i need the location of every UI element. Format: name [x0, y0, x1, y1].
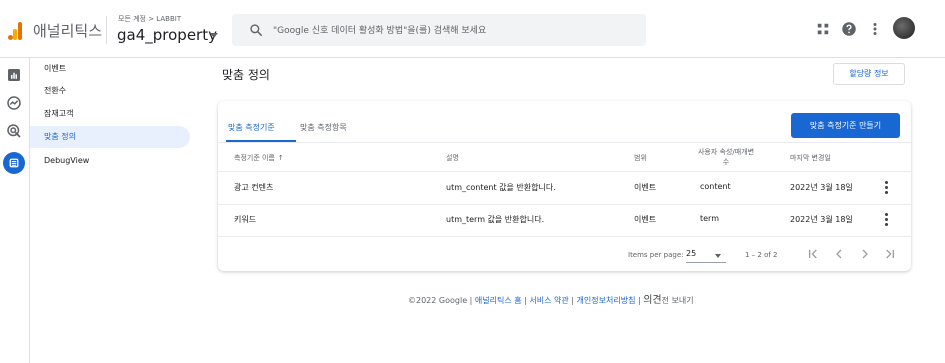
- row-2-param: term: [700, 214, 719, 223]
- explore-icon[interactable]: [5, 94, 23, 112]
- app-name[interactable]: 애널리틱스: [33, 20, 102, 41]
- header-divider-line: [218, 171, 911, 172]
- chevron-down-icon[interactable]: [210, 33, 218, 38]
- row-2-scope: 이벤트: [634, 215, 657, 224]
- subnav-item-events[interactable]: 이벤트: [30, 58, 190, 80]
- search-icon: [250, 24, 263, 37]
- footer-home-link[interactable]: 애널리틱스 홈: [475, 296, 522, 305]
- quota-info-button[interactable]: 할당량 정보: [833, 63, 905, 85]
- apps-icon[interactable]: [814, 20, 832, 38]
- footer-separator: |: [571, 296, 574, 305]
- column-header-description: 설명: [446, 154, 459, 162]
- row-divider: [218, 236, 911, 237]
- property-selector[interactable]: ga4_property: [117, 26, 217, 44]
- sort-arrow-up-icon[interactable]: ↑: [278, 154, 284, 162]
- footer-copyright: ©2022 Google |: [408, 296, 473, 305]
- footer-feedback-link[interactable]: 의견: [643, 295, 661, 306]
- row-2-name[interactable]: 키워드: [234, 214, 256, 225]
- row-1-last-changed: 2022년 3월 18일: [790, 183, 853, 192]
- column-header-scope: 범위: [634, 154, 647, 162]
- tab-custom-metrics[interactable]: 맞춤 측정항목: [300, 122, 347, 133]
- column-header-name-label: 측정기준 이름: [234, 154, 275, 162]
- footer: ©2022 Google | 애널리틱스 홈 | 서비스 약관 | 개인정보처리…: [408, 291, 694, 306]
- subnav-item-audiences[interactable]: 잠재고객: [30, 103, 190, 125]
- more-vert-icon[interactable]: [866, 20, 884, 38]
- footer-feedback-tail[interactable]: 전 보내기: [662, 296, 694, 305]
- column-header-user-property-line1: 사용자 속성/매개변: [697, 148, 755, 156]
- footer-separator: |: [637, 296, 641, 305]
- reports-icon[interactable]: [5, 66, 23, 84]
- footer-privacy-link[interactable]: 개인정보처리방침: [577, 296, 636, 305]
- custom-definitions-card: 맞춤 측정기준 맞춤 측정항목 맞춤 측정기준 만들기 측정기준 이름 ↑ 설명 …: [218, 101, 911, 271]
- account-breadcrumb[interactable]: 모든 계정 > LABBIT: [118, 14, 181, 24]
- search-bar[interactable]: "Google 신호 데이터 활성화 방법"을(를) 검색해 보세요: [232, 14, 646, 46]
- page-title: 맞춤 정의: [222, 68, 270, 82]
- column-header-last-changed: 마지막 변경일: [790, 154, 831, 162]
- column-header-name[interactable]: 측정기준 이름 ↑: [234, 153, 284, 163]
- row-divider: [218, 204, 911, 205]
- last-page-icon[interactable]: [882, 246, 898, 262]
- chevron-down-icon: [715, 254, 721, 258]
- create-custom-dimension-button[interactable]: 맞춤 측정기준 만들기: [791, 113, 900, 138]
- items-per-page-label: Items per page:: [628, 251, 684, 259]
- avatar[interactable]: [893, 17, 915, 39]
- subnav-item-custom-definitions[interactable]: 맞춤 정의: [30, 126, 190, 148]
- row-1-param: content: [700, 182, 731, 191]
- tab-custom-dimensions[interactable]: 맞춤 측정기준: [228, 122, 275, 133]
- row-2-more-vert-icon[interactable]: [880, 212, 892, 226]
- first-page-icon[interactable]: [805, 246, 821, 262]
- column-header-user-property-line2: 수: [722, 158, 730, 166]
- subnav-item-conversions[interactable]: 전환수: [30, 80, 190, 102]
- previous-page-icon[interactable]: [831, 246, 847, 262]
- left-rail: [0, 58, 30, 363]
- header-divider: [106, 16, 107, 44]
- footer-separator: |: [524, 296, 527, 305]
- top-bar: 애널리틱스 모든 계정 > LABBIT ga4_property "Googl…: [0, 0, 945, 58]
- row-1-scope: 이벤트: [634, 183, 657, 192]
- pagination-range: 1 – 2 of 2: [745, 251, 778, 259]
- tabs-divider: [218, 142, 911, 143]
- column-header-user-property: 사용자 속성/매개변 수: [696, 147, 756, 167]
- search-placeholder[interactable]: "Google 신호 데이터 활성화 방법"을(를) 검색해 보세요: [273, 23, 486, 36]
- page-size-select[interactable]: 25: [686, 249, 726, 263]
- configure-icon[interactable]: [5, 154, 23, 172]
- row-1-name[interactable]: 광고 컨텐츠: [234, 182, 273, 193]
- row-1-description: utm_content 값을 반환합니다.: [446, 183, 556, 192]
- advertising-icon[interactable]: [5, 122, 23, 140]
- analytics-logo-icon[interactable]: [8, 22, 22, 40]
- page-size-value: 25: [686, 249, 697, 258]
- row-2-last-changed: 2022년 3월 18일: [790, 215, 853, 224]
- footer-terms-link[interactable]: 서비스 약관: [529, 296, 568, 305]
- row-2-description: utm_term 값을 반환합니다.: [446, 215, 545, 224]
- help-icon[interactable]: [840, 20, 858, 38]
- next-page-icon[interactable]: [857, 246, 873, 262]
- subnav-item-debugview[interactable]: DebugView: [30, 150, 190, 172]
- row-1-more-vert-icon[interactable]: [880, 180, 892, 194]
